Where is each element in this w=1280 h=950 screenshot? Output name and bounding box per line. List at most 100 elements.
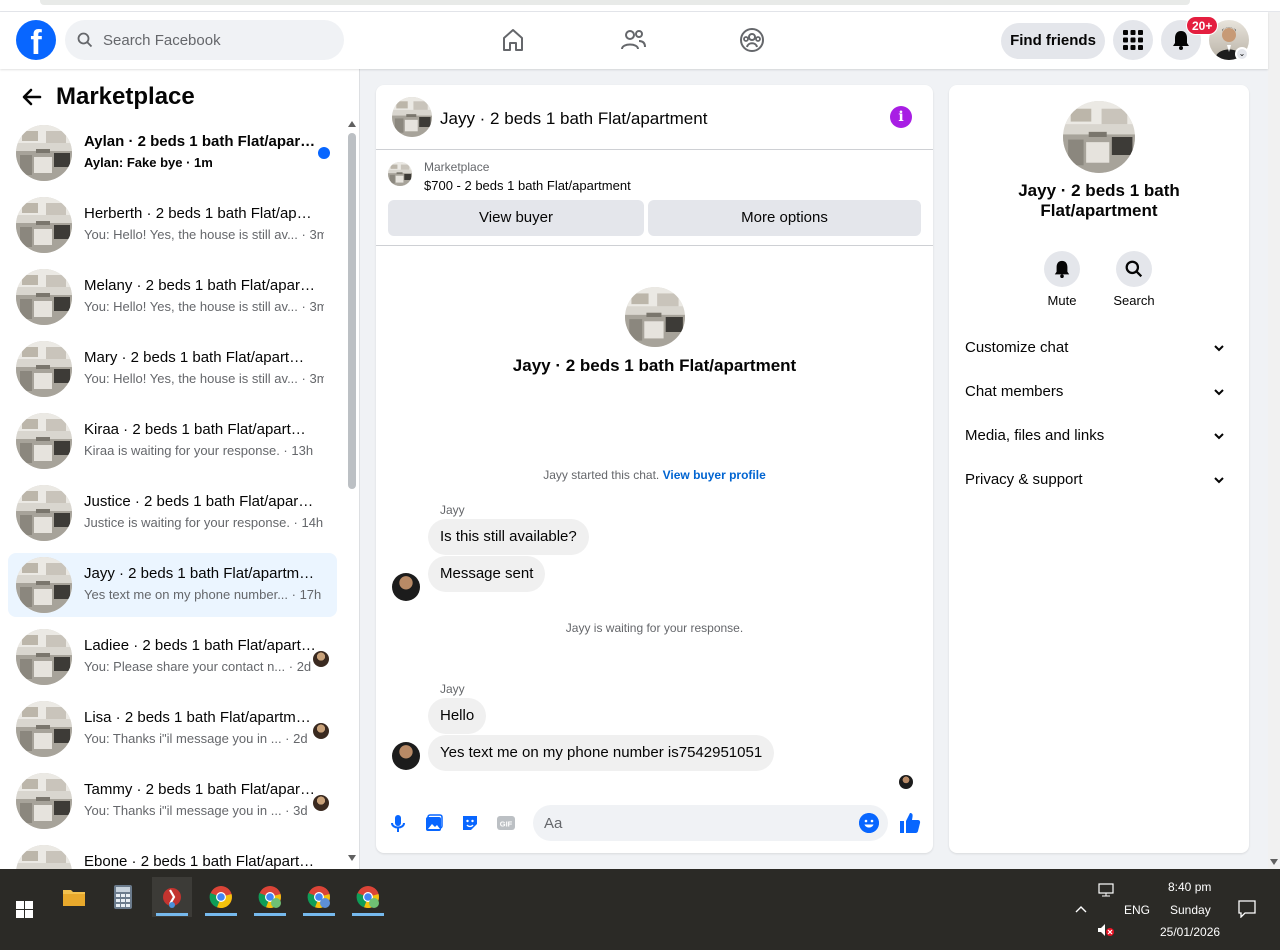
- view-buyer-profile-link[interactable]: View buyer profile: [663, 468, 766, 482]
- conversation-thumbnail: [16, 341, 72, 397]
- file-explorer-icon[interactable]: [54, 877, 94, 917]
- chevron-down-icon: [1214, 345, 1224, 352]
- conversation-name: Herberth · 2 beds 1 bath Flat/apartment: [84, 205, 316, 222]
- emoji-icon[interactable]: [859, 813, 879, 833]
- message-placeholder: Aa: [544, 815, 563, 832]
- more-options-button[interactable]: More options: [648, 200, 921, 236]
- conversation-thumbnail: [16, 197, 72, 253]
- conversation-item[interactable]: Herberth · 2 beds 1 bath Flat/apartment Y…: [8, 193, 337, 257]
- conversation-item[interactable]: Ebone · 2 beds 1 bath Flat/apartment: [8, 841, 337, 869]
- page-scrollbar[interactable]: [1268, 12, 1280, 869]
- details-thumbnail[interactable]: [1063, 101, 1135, 173]
- section-label: Customize chat: [965, 339, 1069, 356]
- chat-hero-title: Jayy · 2 beds 1 bath Flat/apartment: [512, 356, 797, 375]
- message-input[interactable]: Aa: [533, 805, 888, 841]
- sender-avatar[interactable]: [392, 742, 420, 770]
- info-icon[interactable]: i: [890, 106, 912, 128]
- details-section-toggle[interactable]: Privacy & support: [965, 471, 1233, 488]
- message-bubble[interactable]: Yes text me on my phone number is7542951…: [428, 735, 775, 771]
- search-in-chat-button[interactable]: Search: [1104, 251, 1164, 308]
- mute-button[interactable]: Mute: [1032, 251, 1092, 308]
- conversation-preview: Yes text me on my phone number... · 17h: [84, 587, 322, 602]
- conversation-item[interactable]: Mary · 2 beds 1 bath Flat/apartment You: …: [8, 337, 337, 401]
- message-bubble[interactable]: Is this still available?: [428, 519, 589, 555]
- clock-day[interactable]: Sunday: [1170, 903, 1211, 917]
- search-icon: [1125, 260, 1143, 278]
- chat-panel: Jayy · 2 beds 1 bath Flat/apartment i Ma…: [376, 85, 933, 853]
- message-bubble[interactable]: Message sent: [428, 556, 546, 592]
- conversation-thumbnail: [16, 845, 72, 869]
- conversation-preview: You: Hello! Yes, the house is still av..…: [84, 227, 324, 242]
- listing-price[interactable]: $700 - 2 beds 1 bath Flat/apartment: [424, 178, 631, 193]
- conversation-thumbnail: [16, 269, 72, 325]
- listing-thumbnail[interactable]: [392, 97, 432, 137]
- back-arrow-icon[interactable]: [20, 85, 44, 109]
- conversation-item[interactable]: Jayy · 2 beds 1 bath Flat/apartment Yes t…: [8, 553, 337, 617]
- details-section-toggle[interactable]: Media, files and links: [965, 427, 1233, 444]
- details-title: Jayy · 2 beds 1 bath Flat/apartment: [1018, 181, 1180, 220]
- clock-time[interactable]: 8:40 pm: [1168, 880, 1211, 894]
- message-bubble[interactable]: Hello: [428, 698, 487, 734]
- find-friends-button[interactable]: Find friends: [1001, 23, 1105, 59]
- view-buyer-button[interactable]: View buyer: [388, 200, 644, 236]
- language-indicator[interactable]: ENG: [1124, 903, 1150, 917]
- sticker-icon[interactable]: [460, 813, 480, 833]
- sender-avatar[interactable]: [392, 573, 420, 601]
- conversation-sidebar: Marketplace Aylan · 2 beds 1 bath Flat/a…: [0, 69, 360, 869]
- photo-icon[interactable]: [424, 813, 444, 833]
- conversation-item[interactable]: Justice · 2 beds 1 bath Flat/apartment Ju…: [8, 481, 337, 545]
- sidebar-scrollbar[interactable]: [346, 119, 358, 869]
- bell-icon: [1054, 260, 1070, 278]
- network-icon[interactable]: [1098, 883, 1114, 897]
- conversation-details-panel: Jayy · 2 beds 1 bath Flat/apartment Mute…: [949, 85, 1249, 853]
- clock-date[interactable]: 25/01/2026: [1160, 925, 1220, 939]
- section-label: Chat members: [965, 383, 1064, 400]
- chrome-icon[interactable]: [201, 877, 241, 917]
- conversation-preview: You: Thanks i"il message you in ... · 3d: [84, 803, 308, 818]
- menu-button[interactable]: [1113, 20, 1153, 60]
- conversation-name: Mary · 2 beds 1 bath Flat/apartment: [84, 349, 316, 366]
- listing-small-thumbnail: [388, 162, 412, 186]
- friends-icon[interactable]: [619, 26, 647, 54]
- horizontal-scrollbar[interactable]: [40, 0, 1190, 5]
- conversation-name: Kiraa · 2 beds 1 bath Flat/apartment: [84, 421, 316, 438]
- facebook-logo[interactable]: f: [16, 20, 56, 60]
- home-icon[interactable]: [499, 26, 527, 54]
- conversation-item[interactable]: Aylan · 2 beds 1 bath Flat/apartment Ayla…: [8, 121, 337, 185]
- conversation-item[interactable]: Tammy · 2 beds 1 bath Flat/apartment You:…: [8, 769, 337, 833]
- notification-center-icon[interactable]: [1238, 900, 1256, 918]
- windows-taskbar: ENG 8:40 pm Sunday 25/01/2026: [0, 869, 1280, 950]
- search-input[interactable]: Search Facebook: [65, 20, 344, 60]
- conversation-item[interactable]: Lisa · 2 beds 1 bath Flat/apartment You: …: [8, 697, 337, 761]
- details-section-toggle[interactable]: Chat members: [965, 383, 1233, 400]
- seen-avatar: [313, 723, 329, 739]
- like-thumb-icon[interactable]: [898, 811, 922, 835]
- sidebar-header: Marketplace: [20, 83, 195, 111]
- conversation-thumbnail: [16, 413, 72, 469]
- conversation-name: Ebone · 2 beds 1 bath Flat/apartment: [84, 853, 316, 869]
- groups-icon[interactable]: [738, 26, 766, 54]
- windows-start-icon[interactable]: [16, 901, 33, 918]
- details-section-toggle[interactable]: Customize chat: [965, 339, 1233, 356]
- conversation-item[interactable]: Ladiee · 2 beds 1 bath Flat/apartment You…: [8, 625, 337, 689]
- gif-icon[interactable]: GIF: [496, 813, 516, 833]
- conversation-thumbnail: [16, 629, 72, 685]
- chrome-profile-icon[interactable]: [299, 877, 339, 917]
- section-label: Media, files and links: [965, 427, 1105, 444]
- pinned-app-icon[interactable]: [152, 877, 192, 917]
- conversation-item[interactable]: Melany · 2 beds 1 bath Flat/apartment You…: [8, 265, 337, 329]
- chevron-up-icon[interactable]: [1075, 905, 1087, 913]
- microphone-icon[interactable]: [388, 813, 408, 833]
- bell-icon: [1173, 31, 1189, 50]
- chat-start-text: Jayy started this chat.: [543, 468, 660, 482]
- chrome-profile-icon[interactable]: [250, 877, 290, 917]
- conversation-name: Ladiee · 2 beds 1 bath Flat/apartment: [84, 637, 316, 654]
- chat-title[interactable]: Jayy · 2 beds 1 bath Flat/apartment: [440, 109, 707, 129]
- conversation-item[interactable]: Kiraa · 2 beds 1 bath Flat/apartment Kira…: [8, 409, 337, 473]
- calculator-icon[interactable]: [103, 877, 143, 917]
- page-title: Marketplace: [56, 83, 195, 110]
- account-menu-chevron-icon[interactable]: ⌄: [1235, 47, 1249, 61]
- conversation-preview: Kiraa is waiting for your response. · 13…: [84, 443, 314, 458]
- volume-muted-icon[interactable]: [1097, 923, 1115, 937]
- chrome-profile-icon[interactable]: [348, 877, 388, 917]
